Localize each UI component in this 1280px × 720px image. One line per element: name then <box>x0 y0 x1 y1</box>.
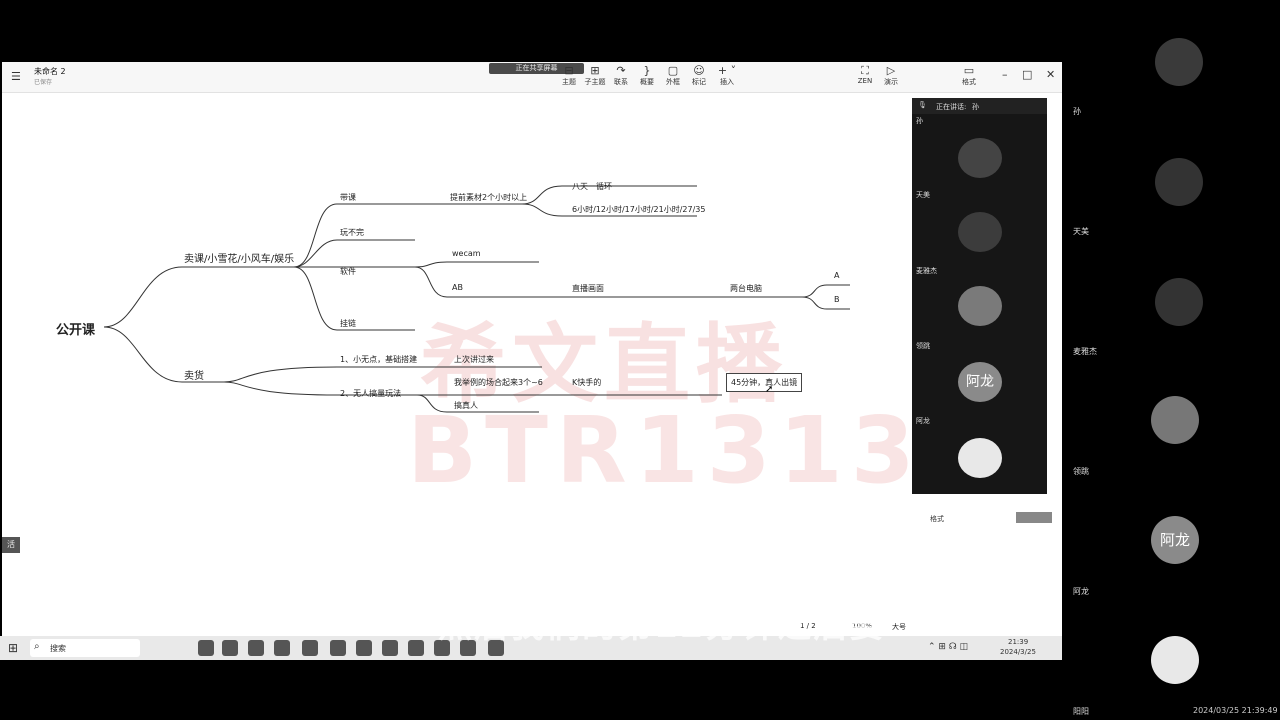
node-hand-person[interactable]: 搞真人 <box>454 400 478 411</box>
participant-name: 阿龙 <box>916 417 930 425</box>
app-icon[interactable] <box>198 640 214 656</box>
participant-name: 天美 <box>916 191 930 199</box>
speaking-label: 正在讲话: <box>936 103 967 111</box>
node-two-pc[interactable]: 两台电脑 <box>730 283 762 294</box>
node-wanbuwan[interactable]: 玩不完 <box>340 227 364 238</box>
node-ab[interactable]: AB <box>452 283 463 292</box>
mouse-cursor-icon: ➚ <box>765 384 774 395</box>
participant-name: 领跳 <box>916 342 930 350</box>
participant-avatar <box>1155 158 1203 206</box>
participant-avatar <box>958 438 1002 478</box>
node-hours-list[interactable]: 6小时/12小时/17小时/21小时/27/35 <box>572 204 705 215</box>
connector-b <box>801 296 850 310</box>
node-direct[interactable]: 直播画面 <box>572 283 604 294</box>
connector-a <box>801 284 850 298</box>
node-guailian[interactable]: 挂链 <box>340 318 356 329</box>
participant-avatar: 阿龙 <box>958 362 1002 402</box>
participant-avatar <box>958 212 1002 252</box>
participant-name: 孙 <box>916 117 923 125</box>
participant-avatar <box>1155 278 1203 326</box>
format-dropdown[interactable]: 格式 <box>930 514 944 524</box>
left-side-tab[interactable]: 活 <box>2 537 20 553</box>
mail-icon[interactable] <box>248 640 264 656</box>
panel-header: 🎙 正在讲话: 孙 <box>912 98 1047 114</box>
connector-branch2 <box>103 326 224 383</box>
subtitle-caption: 然后我们的第12分钟之后要 <box>438 606 886 646</box>
node-wecam[interactable]: wecam <box>452 249 481 258</box>
app-icon[interactable] <box>356 640 372 656</box>
node-upload[interactable]: 上次讲过来 <box>454 354 494 365</box>
mindmap-connectors <box>103 185 850 413</box>
connector-branch1 <box>103 266 294 328</box>
tray-icons[interactable]: ⌃ ⊞ ☊ ◫ <box>928 642 968 652</box>
node-xiaowudian[interactable]: 1、小无点，基础搭建 <box>340 354 417 365</box>
node-daike-note[interactable]: 提前素材2个小时以上 <box>450 192 527 203</box>
participant-avatar <box>958 138 1002 178</box>
clock-date: 2024/3/25 <box>1000 648 1036 656</box>
chat-icon[interactable] <box>302 640 318 656</box>
app-icon[interactable] <box>408 640 424 656</box>
windows-start-icon[interactable]: ⊞ <box>8 641 18 655</box>
app-icon[interactable] <box>382 640 398 656</box>
search-label: 搜索 <box>50 644 66 653</box>
participant-name: 麦雅杰 <box>916 267 937 275</box>
mindmap-root[interactable]: 公开课 <box>56 319 95 338</box>
participant-name: 阿龙 <box>1073 587 1089 596</box>
participant-avatar <box>1151 636 1199 684</box>
node-branch2[interactable]: 卖货 <box>184 367 204 382</box>
connector-xiaowudian <box>223 366 417 383</box>
node-b[interactable]: B <box>834 295 840 304</box>
participant-panel: 🎙 正在讲话: 孙 孙 天美 麦雅杰 领跳 阿龙 阿龙 <box>912 98 1047 494</box>
browser-icon[interactable] <box>274 640 290 656</box>
search-icon: ⌕ <box>34 641 40 652</box>
node-branch1[interactable]: 卖课/小雪花/小风车/娱乐 <box>184 250 294 265</box>
mic-icon: 🎙 <box>918 101 927 109</box>
participant-name: 领跳 <box>1073 467 1089 476</box>
panel-controls: 格式 <box>912 494 1052 528</box>
node-eight-day[interactable]: 八天一循环 <box>572 181 612 192</box>
meeting-participant-column: 孙 天美 麦雅杰 领跳 阿龙 阿龙 阳阳 <box>1065 0 1280 720</box>
participant-avatar <box>1151 396 1199 444</box>
participant-name: 孙 <box>1073 107 1081 116</box>
connector-hand <box>416 394 539 413</box>
size-selector[interactable]: 大号 <box>892 622 906 632</box>
app-icon[interactable] <box>330 640 346 656</box>
connector-wecam <box>414 261 539 268</box>
node-daike[interactable]: 带课 <box>340 192 356 203</box>
app-icon[interactable] <box>222 640 238 656</box>
node-k-hand[interactable]: K快手的 <box>572 377 601 388</box>
node-a[interactable]: A <box>834 271 839 280</box>
participant-name: 天美 <box>1073 227 1089 236</box>
participant-name: 麦雅杰 <box>1073 347 1097 356</box>
node-sample[interactable]: 我举例的场合起来3个~6 <box>454 377 543 388</box>
mindmap-app-window: ☰ 未命名 2 已保存 正在共享屏幕 ⊟ 主题 ⊞ 子主题 ↷ 联系 } 概要 ▢ 外框 … <box>2 62 1062 658</box>
participant-avatar <box>1155 38 1203 86</box>
participant-avatar: 阿龙 <box>1151 516 1199 564</box>
taskbar-search[interactable]: ⌕ 搜索 <box>30 639 140 657</box>
color-swatch[interactable] <box>1016 512 1052 523</box>
speaking-name: 孙 <box>972 103 979 111</box>
participant-avatar <box>958 286 1002 326</box>
recording-timestamp: 2024/03/25 21:39:49 <box>1193 706 1278 715</box>
node-wuren[interactable]: 2、无人搞量玩法 <box>340 388 401 399</box>
participant-name: 阳阳 <box>1073 707 1089 716</box>
node-software[interactable]: 软件 <box>340 266 356 277</box>
clock-time: 21:39 <box>1008 638 1029 646</box>
